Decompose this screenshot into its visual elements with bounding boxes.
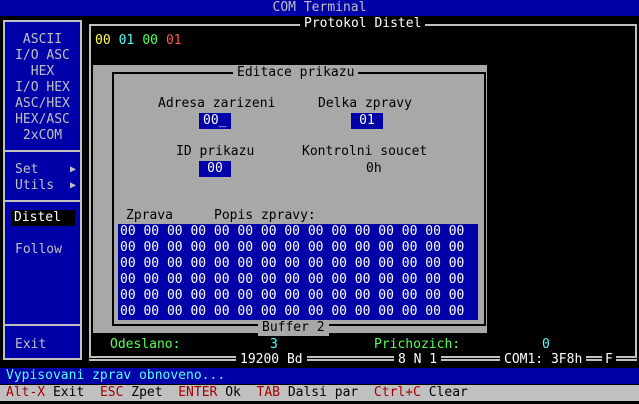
- window-title: COM Terminal: [0, 0, 639, 16]
- grid-row[interactable]: 00 00 00 00 00 00 00 00 00 00 00 00 00 0…: [120, 288, 464, 304]
- menu-item-set-label: Set: [15, 162, 39, 177]
- menu-item-utils-label: Utils: [15, 178, 55, 193]
- hotkey-esc[interactable]: ESC: [100, 385, 123, 400]
- menu-divider: [5, 200, 80, 202]
- grid-row[interactable]: 00 00 00 00 00 00 00 00 00 00 00 00 00 0…: [120, 272, 464, 288]
- grid-row[interactable]: 00 00 00 00 00 00 00 00 00 00 00 00 00 0…: [120, 240, 464, 256]
- com-port: COM1: 3F8h: [500, 352, 587, 368]
- menu-item-ascii[interactable]: ASCII: [5, 32, 80, 48]
- message-length-label: Delka zpravy: [318, 96, 412, 111]
- menu-item-hex[interactable]: HEX: [5, 64, 80, 80]
- frame-format: 8 N 1: [394, 352, 442, 368]
- status-message: Vypisovani zprav obnoveno...: [0, 368, 639, 384]
- mode-menu: ASCII I/O ASC HEX I/O HEX ASC/HEX HEX/AS…: [3, 20, 82, 360]
- buffer-label: Buffer 2: [258, 320, 329, 336]
- menu-item-distel[interactable]: Distel: [11, 210, 75, 226]
- dialog-title: Editace prikazu: [233, 65, 359, 81]
- menu-item-follow[interactable]: Follow: [5, 242, 80, 258]
- hex-preview-line: 00 01 00 01: [95, 33, 190, 49]
- menu-divider: [5, 150, 80, 152]
- hotkey-tab[interactable]: TAB: [257, 385, 280, 400]
- menu-item-utils[interactable]: Utils ▶: [5, 178, 80, 194]
- hotkey-enter[interactable]: ENTER: [178, 385, 217, 400]
- menu-item-io-hex[interactable]: I/O HEX: [5, 80, 80, 96]
- submenu-arrow-icon: ▶: [69, 180, 76, 191]
- hex-byte: 00: [95, 33, 111, 48]
- command-id-field[interactable]: 00: [199, 161, 231, 177]
- sent-count: 3: [270, 337, 278, 352]
- menu-item-set[interactable]: Set ▶: [5, 162, 80, 178]
- message-bytes-grid[interactable]: 00 00 00 00 00 00 00 00 00 00 00 00 00 0…: [118, 224, 478, 320]
- checksum-value: 0h: [366, 161, 382, 176]
- received-label: Prichozich:: [374, 337, 461, 352]
- command-id-label: ID prikazu: [176, 144, 255, 159]
- hex-byte: 00: [142, 33, 158, 48]
- grid-row[interactable]: 00 00 00 00 00 00 00 00 00 00 00 00 00 0…: [120, 304, 464, 320]
- menu-item-io-asc[interactable]: I/O ASC: [5, 48, 80, 64]
- terminal-title: Protokol Distel: [300, 16, 426, 32]
- hotkey-ctrl-c[interactable]: Ctrl+C: [374, 385, 421, 400]
- hotkey-alt-x[interactable]: Alt-X: [6, 385, 45, 400]
- grid-row[interactable]: 00 00 00 00 00 00 00 00 00 00 00 00 00 0…: [120, 224, 464, 240]
- hex-byte: 01: [165, 33, 182, 48]
- message-length-field[interactable]: 01: [351, 113, 383, 129]
- message-label: Zprava: [126, 208, 173, 223]
- hotkey-label: Ok: [225, 385, 241, 400]
- hotkey-label: Zpet: [131, 385, 163, 400]
- checksum-label: Kontrolni soucet: [302, 144, 428, 159]
- sent-label: Odeslano:: [110, 337, 181, 352]
- hex-byte: 01: [118, 33, 135, 48]
- hotkey-label: Exit: [52, 385, 85, 400]
- message-description-label: Popis zpravy:: [214, 208, 316, 223]
- hotkey-bar: Alt-X Exit ESC Zpet ENTER Ok TAB Dalsi p…: [0, 385, 639, 401]
- received-count: 0: [542, 337, 550, 352]
- submenu-arrow-icon: ▶: [69, 164, 76, 175]
- device-address-field[interactable]: 00_: [199, 113, 231, 129]
- menu-item-asc-hex[interactable]: ASC/HEX: [5, 96, 80, 112]
- menu-item-hex-asc[interactable]: HEX/ASC: [5, 112, 80, 128]
- menu-divider: [5, 324, 80, 326]
- menu-item-2xcom[interactable]: 2xCOM: [5, 128, 80, 144]
- hotkey-label: Dalsi par: [287, 385, 359, 400]
- baud-rate: 19200 Bd: [236, 352, 307, 368]
- device-address-label: Adresa zarizeni: [158, 96, 276, 111]
- grid-row[interactable]: 00 00 00 00 00 00 00 00 00 00 00 00 00 0…: [120, 256, 464, 272]
- menu-item-exit[interactable]: Exit: [5, 337, 80, 353]
- flow-control: F: [602, 352, 616, 368]
- hotkey-label: Clear: [428, 385, 468, 400]
